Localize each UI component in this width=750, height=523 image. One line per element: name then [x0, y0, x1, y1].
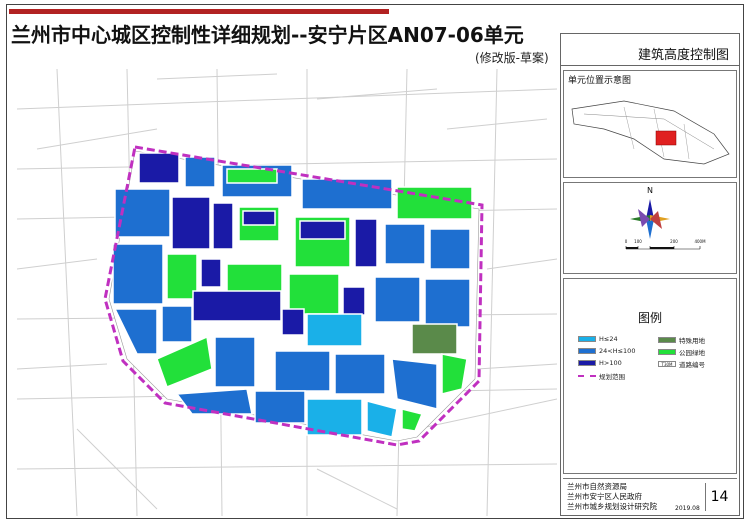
map-title: 兰州市中心城区控制性详细规划--安宁片区AN07-06单元 [11, 23, 524, 47]
legend-swatch [578, 348, 596, 354]
legend-item-h-high: H>100 [578, 359, 622, 367]
legend-swatch [578, 336, 596, 342]
sheet-title: 建筑高度控制图 [561, 34, 739, 66]
legend-swatch [658, 349, 676, 355]
legend-swatch [578, 360, 596, 366]
svg-text:0: 0 [625, 239, 628, 244]
north-label: N [647, 186, 653, 195]
legend-road-tag: T30M [658, 361, 676, 367]
legend-box: 图例 H≤24 24<H≤100 H>100 规划范围 特殊用地 公园绿地 T3… [563, 278, 737, 474]
title-accent-bar [9, 9, 389, 14]
legend-item-road-number: T30M 道路编号 [658, 359, 705, 369]
map-canvas [17, 69, 557, 516]
legend-item-park: 公园绿地 [658, 347, 705, 357]
svg-text:400M: 400M [694, 239, 706, 244]
footer-box: 兰州市自然资源局 兰州市安宁区人民政府 兰州市城乡规划设计研究院 2019.08… [563, 478, 737, 514]
compass-box: N 0 100 200 400M [563, 182, 737, 274]
svg-text:200: 200 [670, 239, 678, 244]
location-map-box[interactable]: 单元位置示意图 [563, 70, 737, 178]
compass-icon: N 0 100 200 400M [625, 186, 706, 250]
drawing-frame: 兰州市中心城区控制性详细规划--安宁片区AN07-06单元 (修改版-草案) 建… [6, 4, 744, 519]
height-control-map[interactable] [17, 69, 557, 516]
legend-item-h-low: H≤24 [578, 335, 618, 343]
map-subtitle: (修改版-草案) [475, 51, 549, 65]
legend-swatch [578, 375, 596, 377]
legend-item-h-mid: 24<H≤100 [578, 347, 635, 355]
footer-date: 2019.08 [675, 505, 700, 512]
svg-text:100: 100 [634, 239, 642, 244]
side-panel: 建筑高度控制图 单元位置示意图 N 0 100 200 400M 图例 H≤24… [560, 33, 740, 516]
legend-swatch [658, 337, 676, 343]
sheet-number: 14 [705, 483, 733, 511]
legend-item-special-land: 特殊用地 [658, 335, 705, 345]
legend-item-boundary: 规划范围 [578, 371, 625, 381]
legend-title: 图例 [637, 311, 662, 325]
footer-org-3: 兰州市城乡规划设计研究院 [567, 502, 657, 511]
location-map-icon [571, 100, 730, 165]
